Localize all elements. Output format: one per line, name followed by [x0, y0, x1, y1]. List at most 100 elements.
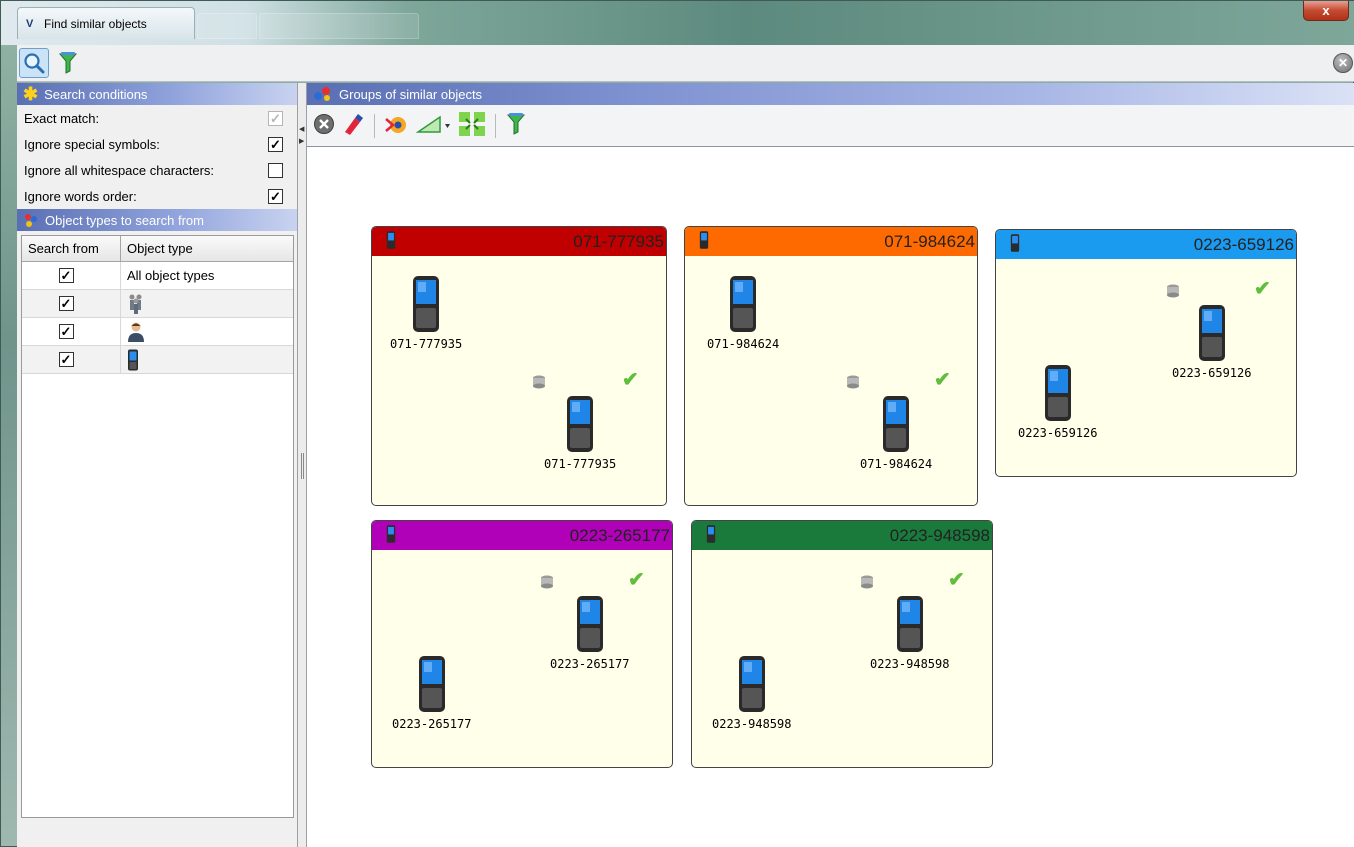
background-tab[interactable] [259, 13, 419, 39]
group-card[interactable]: 071-984624 071-984624 ✔ 071-984624 [684, 226, 978, 506]
zoom-slider-icon [415, 115, 450, 133]
ignore-whitespace-checkbox[interactable] [268, 162, 283, 178]
database-icon [532, 375, 546, 392]
phone-node[interactable]: 071-984624 [860, 395, 932, 471]
toolbar-separator [374, 113, 375, 138]
table-row[interactable]: ✓ [22, 346, 293, 374]
fit-to-window-button[interactable] [458, 111, 486, 140]
phone-number-label: 0223-265177 [550, 657, 630, 671]
group-card[interactable]: 0223-659126 ✔ 0223-659126 0223-659126 [995, 229, 1297, 477]
filter-button[interactable] [53, 48, 83, 78]
phone-node[interactable]: 0223-265177 [550, 595, 629, 671]
object-types-icon [25, 214, 37, 227]
row-checkbox[interactable]: ✓ [58, 268, 74, 283]
group-header: 0223-948598 [692, 521, 992, 550]
group-title: 0223-265177 [569, 525, 670, 545]
column-header-search-from[interactable]: Search from [22, 236, 121, 261]
condition-label: Exact match: [24, 110, 100, 126]
mobile-phone-icon [386, 230, 396, 253]
mobile-phone-icon [576, 596, 603, 652]
match-check-icon: ✔ [628, 569, 645, 591]
group-header: 0223-659126 [996, 230, 1296, 259]
panel-splitter[interactable]: ◀ ▶ [298, 83, 307, 847]
group-header: 071-984624 [685, 227, 977, 256]
mobile-phone-icon [738, 656, 765, 712]
splitter-grip[interactable] [301, 453, 304, 479]
mobile-phone-icon [418, 656, 445, 712]
phone-node[interactable]: 0223-948598 [870, 595, 949, 671]
phone-node[interactable]: 071-777935 [544, 395, 616, 471]
layout-button[interactable] [384, 113, 410, 138]
object-types-table: Search from Object type ✓ All object typ… [21, 235, 294, 818]
mobile-phone-icon [1198, 305, 1225, 361]
column-header-object-type[interactable]: Object type [121, 236, 193, 261]
funnel-icon [58, 52, 78, 74]
search-settings-panel: ✱ Search conditions Exact match: ✓ Ignor… [17, 83, 298, 847]
collapse-left-arrow-icon[interactable]: ◀ [299, 125, 304, 133]
row-checkbox[interactable]: ✓ [58, 324, 74, 339]
phone-number-label: 0223-659126 [1172, 366, 1252, 380]
group-card[interactable]: 0223-948598 ✔ 0223-948598 0223-948598 [691, 520, 993, 768]
phone-node[interactable]: 0223-265177 [392, 655, 471, 731]
condition-ignore-special-symbols: Ignore special symbols: ✓ [17, 131, 297, 157]
condition-ignore-whitespace: Ignore all whitespace characters: [17, 157, 297, 183]
mobile-phone-icon [567, 396, 594, 452]
ignore-special-symbols-checkbox[interactable]: ✓ [268, 136, 283, 152]
layout-icon [385, 117, 406, 133]
expand-right-arrow-icon[interactable]: ▶ [299, 137, 304, 145]
phone-node[interactable]: 0223-659126 [1018, 364, 1097, 440]
ignore-words-order-checkbox[interactable]: ✓ [268, 188, 283, 204]
main-toolbar: ✕ [17, 45, 1354, 82]
phone-node[interactable]: 071-777935 [390, 275, 462, 351]
object-type-cell: All object types [127, 268, 215, 283]
mobile-phone-icon [896, 596, 923, 652]
groups-title: Groups of similar objects [339, 86, 483, 102]
window-title-tab[interactable]: V Find similar objects [17, 7, 195, 39]
group-card[interactable]: 0223-265177 ✔ 0223-265177 0223-265177 [371, 520, 673, 768]
mobile-phone-icon [1044, 365, 1071, 421]
groups-canvas[interactable]: 071-777935 071-777935 ✔ 071-777935 071-9… [307, 147, 1354, 847]
panel-close-button[interactable]: ✕ [1333, 53, 1353, 73]
row-checkbox[interactable]: ✓ [58, 352, 74, 367]
window-close-button[interactable]: x [1303, 1, 1349, 21]
funnel-icon [506, 113, 526, 135]
object-types-title: Object types to search from [45, 212, 204, 228]
filter-groups-button[interactable] [505, 112, 527, 139]
phone-number-label: 0223-265177 [392, 717, 472, 731]
cancel-button[interactable] [313, 113, 335, 138]
group-people-icon [129, 294, 142, 314]
condition-ignore-words-order: Ignore words order: ✓ [17, 183, 297, 209]
phone-number-label: 071-984624 [860, 457, 933, 471]
phone-number-label: 071-777935 [544, 457, 617, 471]
table-row[interactable]: ✓ [22, 318, 293, 346]
object-type-cell [121, 346, 139, 373]
search-from-cell: ✓ [22, 318, 121, 345]
search-icon [24, 53, 45, 74]
phone-node[interactable]: 071-984624 [707, 275, 779, 351]
mobile-phone-icon [413, 276, 440, 332]
exact-match-checkbox: ✓ [268, 110, 283, 126]
clear-button[interactable] [341, 112, 365, 139]
search-from-cell: ✓ [22, 262, 121, 289]
phone-node[interactable]: 0223-659126 [1172, 304, 1251, 380]
condition-label: Ignore special symbols: [24, 136, 160, 152]
match-check-icon: ✔ [622, 369, 639, 391]
zoom-dropdown-button[interactable] [415, 113, 452, 138]
background-tab[interactable] [197, 13, 257, 39]
asterisk-icon: ✱ [23, 84, 39, 104]
table-row[interactable]: ✓ [22, 290, 293, 318]
row-checkbox[interactable]: ✓ [58, 296, 74, 311]
groups-toolbar [307, 105, 1354, 147]
group-card[interactable]: 071-777935 071-777935 ✔ 071-777935 [371, 226, 667, 506]
mobile-phone-icon [386, 524, 396, 547]
phone-number-label: 071-777935 [390, 337, 463, 351]
phone-number-label: 0223-659126 [1018, 426, 1098, 440]
table-row[interactable]: ✓ All object types [22, 262, 293, 290]
database-icon [846, 375, 860, 392]
object-type-cell [121, 318, 145, 345]
search-button[interactable] [19, 48, 49, 78]
phone-node[interactable]: 0223-948598 [712, 655, 791, 731]
group-header: 0223-265177 [372, 521, 672, 550]
database-icon [540, 575, 554, 592]
find-similar-objects-window: V Find similar objects x ✕ ✱ Search cond… [0, 0, 1354, 847]
